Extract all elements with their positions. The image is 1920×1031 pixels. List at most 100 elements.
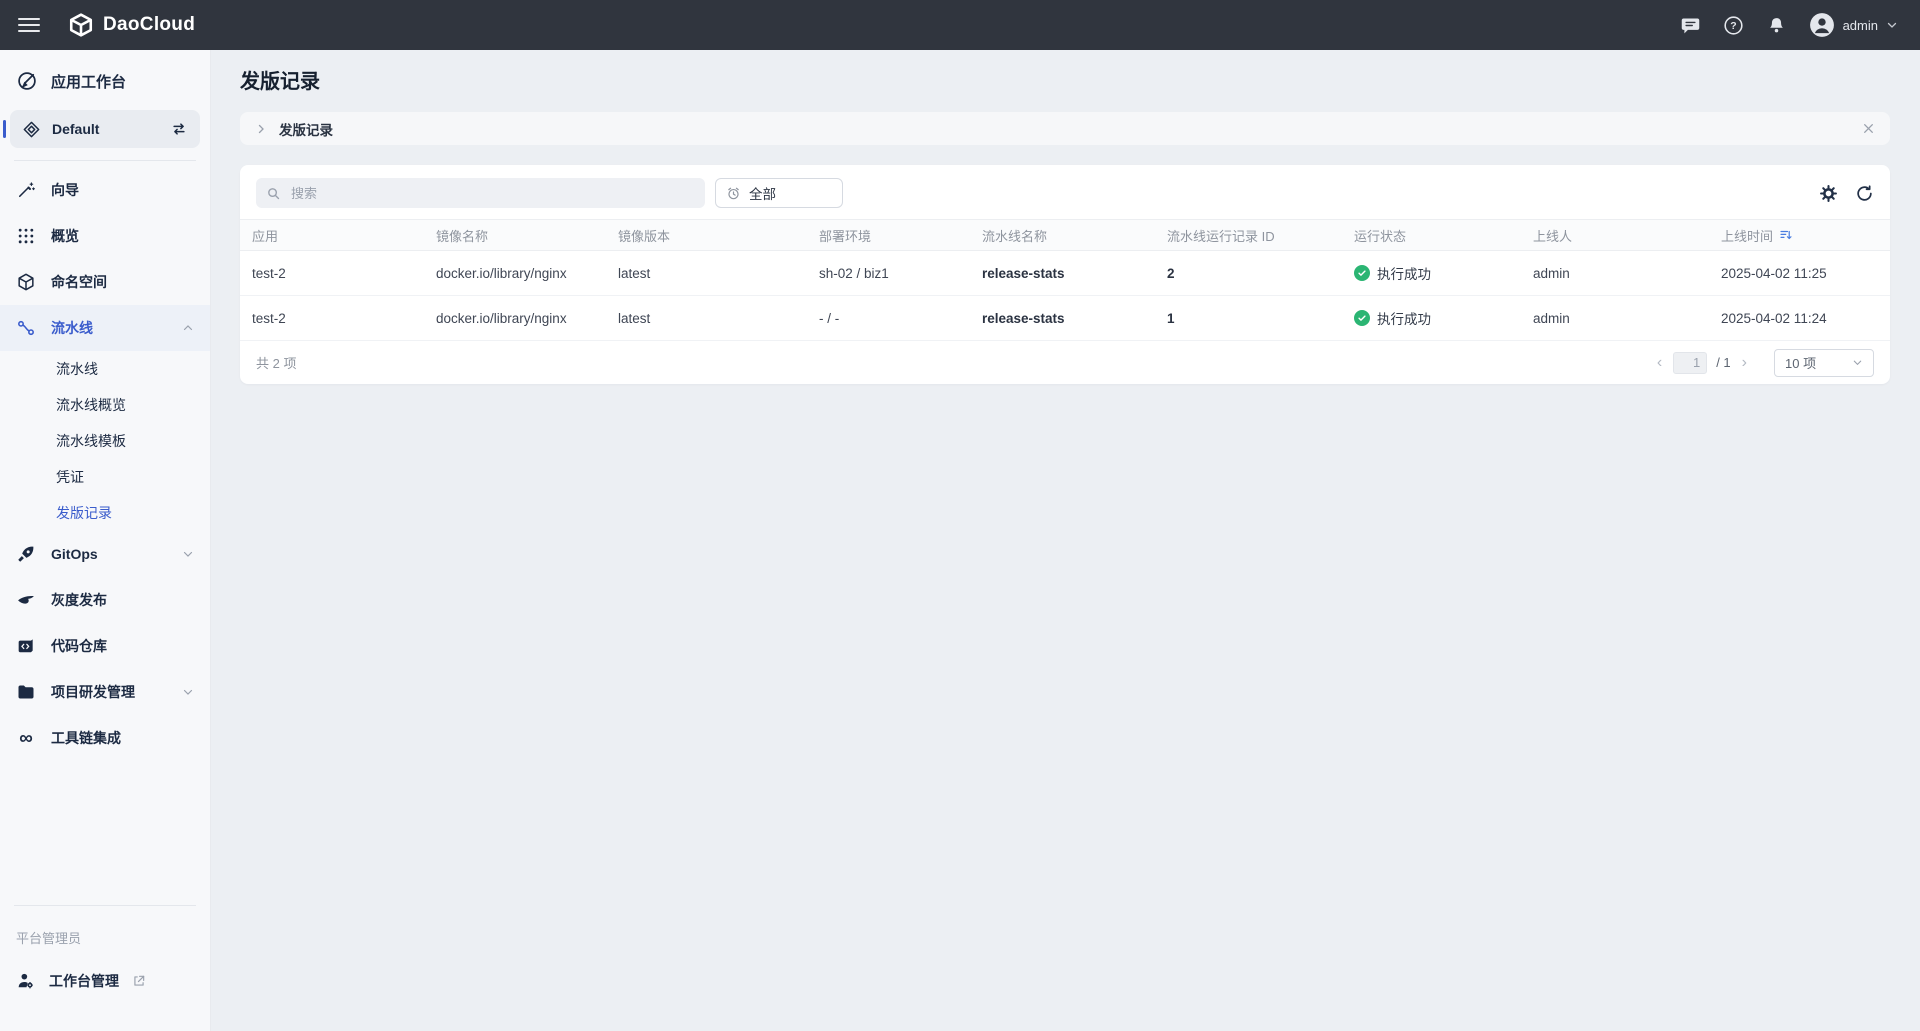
search-box[interactable] [256, 178, 705, 208]
user-gear-icon [16, 971, 36, 991]
cell-operator: admin [1521, 296, 1709, 341]
workbench-label: 应用工作台 [51, 71, 126, 92]
refresh-icon[interactable] [1855, 184, 1874, 203]
col-app: 应用 [240, 220, 424, 251]
brand-text: DaoCloud [103, 14, 195, 36]
status-text: 执行成功 [1377, 263, 1431, 283]
prev-page-icon[interactable]: ‹ [1655, 355, 1664, 371]
main-content: 发版记录 发版记录 [211, 50, 1920, 1031]
next-page-icon[interactable]: › [1740, 355, 1749, 371]
table-toolbar: 全部 [240, 165, 1890, 219]
release-records-card: 全部 [240, 165, 1890, 384]
cell-env: - / - [807, 296, 970, 341]
sidebar-item-namespace[interactable]: 命名空间 [0, 259, 210, 305]
cell-image: docker.io/library/nginx [424, 296, 606, 341]
cell-version: latest [606, 251, 807, 296]
col-online-time-label: 上线时间 [1721, 226, 1773, 245]
rocket-icon [16, 544, 36, 564]
manage-label: 工作台管理 [49, 971, 119, 991]
filter-value: 全部 [749, 183, 776, 203]
switch-workspace-icon[interactable] [170, 120, 188, 138]
sidebar-item-workbench[interactable]: 应用工作台 [0, 50, 210, 108]
col-operator: 上线人 [1521, 220, 1709, 251]
hamburger-menu-icon[interactable] [18, 14, 40, 36]
daocloud-logo[interactable]: DaoCloud [68, 12, 195, 38]
chevron-down-icon [1852, 357, 1863, 368]
col-deploy-env: 部署环境 [807, 220, 970, 251]
sidebar-divider [14, 160, 196, 161]
cell-version: latest [606, 296, 807, 341]
sidebar-item-label: 命名空间 [51, 272, 107, 292]
page-size-select[interactable]: 10 项 [1774, 349, 1874, 377]
cell-status: 执行成功 [1342, 296, 1521, 341]
cell-pipeline: release-stats [970, 251, 1155, 296]
sidebar-subitem-pipeline-overview[interactable]: 流水线概览 [0, 387, 210, 423]
sidebar-subitem-pipeline[interactable]: 流水线 [0, 351, 210, 387]
cell-pipeline: release-stats [970, 296, 1155, 341]
sidebar-subitem-credentials[interactable]: 凭证 [0, 459, 210, 495]
username-label: admin [1843, 18, 1878, 33]
search-input[interactable] [289, 185, 695, 202]
sidebar-divider [14, 905, 196, 906]
gear-icon[interactable] [1819, 184, 1838, 203]
chevron-down-icon [1886, 19, 1898, 31]
chevron-down-icon [182, 686, 194, 698]
sidebar-subitem-label: 凭证 [56, 467, 84, 487]
sidebar-item-gitops[interactable]: GitOps [0, 531, 210, 577]
sidebar-item-project-management[interactable]: 项目研发管理 [0, 669, 210, 715]
notifications-bell-icon[interactable] [1766, 15, 1787, 36]
table-row[interactable]: test-2 docker.io/library/nginx latest - … [240, 296, 1890, 341]
sidebar-item-code-repo[interactable]: 代码仓库 [0, 623, 210, 669]
total-count-label: 共 2 项 [256, 353, 296, 372]
workspace-selector[interactable]: Default [10, 110, 200, 148]
col-pipeline-name: 流水线名称 [970, 220, 1155, 251]
help-icon[interactable]: ? [1723, 15, 1744, 36]
cell-operator: admin [1521, 251, 1709, 296]
col-run-status: 运行状态 [1342, 220, 1521, 251]
page-title: 发版记录 [240, 68, 1890, 96]
page-count-label: / 1 [1716, 355, 1730, 370]
col-run-id: 流水线运行记录 ID [1155, 220, 1342, 251]
table-row[interactable]: test-2 docker.io/library/nginx latest sh… [240, 251, 1890, 296]
chevron-down-icon [182, 548, 194, 560]
search-icon [266, 186, 281, 201]
workspace-icon [22, 120, 41, 139]
messages-icon[interactable] [1680, 15, 1701, 36]
user-menu[interactable]: admin [1809, 12, 1898, 38]
infinity-icon: ∞ [16, 729, 36, 748]
sidebar-subitem-label: 发版记录 [56, 503, 112, 523]
sidebar-item-label: 代码仓库 [51, 636, 107, 656]
page-number-input[interactable] [1673, 352, 1707, 374]
sidebar-item-pipeline-group[interactable]: 流水线 [0, 305, 210, 351]
wand-icon [16, 180, 36, 200]
success-check-icon [1354, 310, 1370, 326]
tab-release-records[interactable]: 发版记录 [279, 119, 333, 139]
cell-status: 执行成功 [1342, 251, 1521, 296]
sidebar-subitem-pipeline-template[interactable]: 流水线模板 [0, 423, 210, 459]
platform-role-label: 平台管理员 [0, 912, 210, 959]
cell-app: test-2 [240, 251, 424, 296]
sidebar-subitem-label: 流水线模板 [56, 431, 126, 451]
sort-descending-icon[interactable] [1779, 228, 1793, 242]
sidebar-item-gray-release[interactable]: 灰度发布 [0, 577, 210, 623]
sidebar-subitem-release-records[interactable]: 发版记录 [0, 495, 210, 531]
close-tab-icon[interactable] [1862, 122, 1875, 135]
sidebar-item-toolchain[interactable]: ∞ 工具链集成 [0, 715, 210, 761]
external-link-icon [132, 974, 146, 988]
sidebar: 应用工作台 Default [0, 50, 211, 1031]
cell-run-id: 2 [1155, 251, 1342, 296]
tab-bar: 发版记录 [240, 112, 1890, 145]
grid-icon [16, 226, 36, 246]
cell-time: 2025-04-02 11:24 [1709, 296, 1890, 341]
chevron-right-icon[interactable] [255, 123, 267, 135]
sidebar-item-wizard[interactable]: 向导 [0, 167, 210, 213]
pagination: ‹ / 1 › 10 项 [1655, 349, 1874, 377]
sidebar-item-overview[interactable]: 概览 [0, 213, 210, 259]
table-header-row: 应用 镜像名称 镜像版本 部署环境 流水线名称 流水线运行记录 ID 运行状态 … [240, 220, 1890, 251]
success-check-icon [1354, 265, 1370, 281]
workbench-manage-link[interactable]: 工作台管理 [0, 959, 210, 1003]
sidebar-item-label: 向导 [51, 180, 79, 200]
cube-logo-icon [68, 12, 94, 38]
time-filter-select[interactable]: 全部 [715, 178, 843, 208]
sidebar-subitem-label: 流水线 [56, 359, 98, 379]
